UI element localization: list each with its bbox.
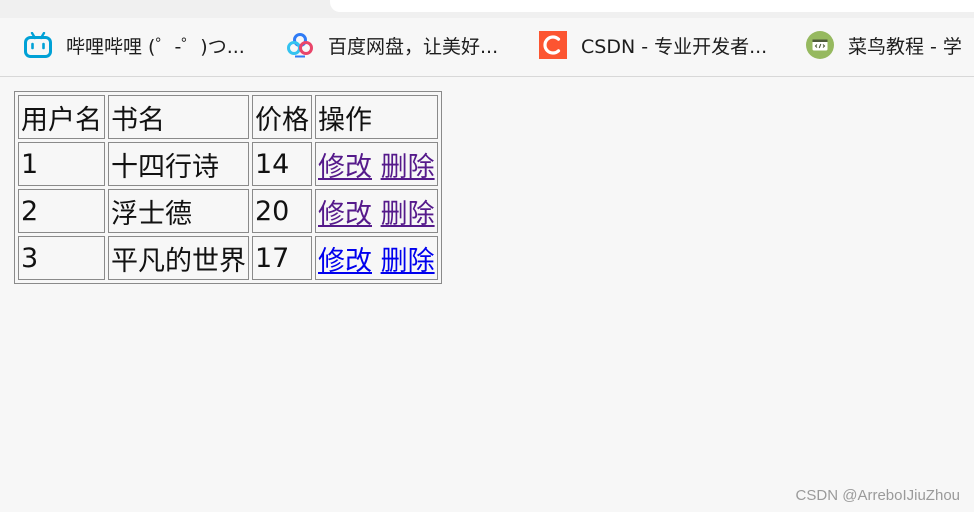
edit-link[interactable]: 修改 xyxy=(318,152,372,183)
page-content: 用户名 书名 价格 操作 1 十四行诗 14 修改 删除 2 浮士德 20 修改… xyxy=(14,91,442,284)
header-actions: 操作 xyxy=(315,95,438,139)
cell-actions: 修改 删除 xyxy=(315,236,438,280)
runoob-icon xyxy=(806,31,834,59)
cell-book-title: 浮士德 xyxy=(108,189,249,233)
cell-price: 17 xyxy=(252,236,312,280)
cell-username: 2 xyxy=(18,189,105,233)
bookmark-csdn[interactable]: CSDN - 专业开发者... xyxy=(539,29,767,61)
bookmark-baidu-netdisk[interactable]: 百度网盘，让美好... xyxy=(286,29,498,61)
delete-link[interactable]: 删除 xyxy=(381,152,435,183)
books-table: 用户名 书名 价格 操作 1 十四行诗 14 修改 删除 2 浮士德 20 修改… xyxy=(14,91,442,284)
header-price: 价格 xyxy=(252,95,312,139)
table-row: 2 浮士德 20 修改 删除 xyxy=(18,189,438,233)
csdn-watermark: CSDN @ArreboIJiuZhou xyxy=(795,487,960,504)
bookmark-bilibili[interactable]: 哔哩哔哩 (゜-゜)つ... xyxy=(24,29,245,61)
baidu-netdisk-icon xyxy=(286,31,314,59)
delete-link[interactable]: 删除 xyxy=(381,199,435,230)
bookmark-label: 百度网盘，让美好... xyxy=(328,35,499,58)
cell-actions: 修改 删除 xyxy=(315,189,438,233)
bookmark-label: CSDN - 专业开发者... xyxy=(581,35,768,58)
header-username: 用户名 xyxy=(18,95,105,139)
table-row: 1 十四行诗 14 修改 删除 xyxy=(18,142,438,186)
bookmark-label: 哔哩哔哩 (゜-゜)つ... xyxy=(66,35,245,58)
cell-price: 14 xyxy=(252,142,312,186)
cell-book-title: 十四行诗 xyxy=(108,142,249,186)
table-header-row: 用户名 书名 价格 操作 xyxy=(18,95,438,139)
bilibili-icon xyxy=(24,31,52,59)
edit-link[interactable]: 修改 xyxy=(318,199,372,230)
bookmark-runoob[interactable]: 菜鸟教程 - 学 xyxy=(806,29,962,61)
csdn-icon xyxy=(539,31,567,59)
table-row: 3 平凡的世界 17 修改 删除 xyxy=(18,236,438,280)
cell-actions: 修改 删除 xyxy=(315,142,438,186)
cell-username: 3 xyxy=(18,236,105,280)
cell-price: 20 xyxy=(252,189,312,233)
delete-link[interactable]: 删除 xyxy=(381,246,435,277)
window-top-strip xyxy=(0,0,974,18)
bookmarks-bar: 哔哩哔哩 (゜-゜)つ... 百度网盘，让美好... CSDN - 专业开发者.… xyxy=(0,18,974,77)
cell-book-title: 平凡的世界 xyxy=(108,236,249,280)
address-bar[interactable] xyxy=(330,0,974,12)
cell-username: 1 xyxy=(18,142,105,186)
bookmark-label: 菜鸟教程 - 学 xyxy=(848,35,962,58)
edit-link[interactable]: 修改 xyxy=(318,246,372,277)
header-book-title: 书名 xyxy=(108,95,249,139)
